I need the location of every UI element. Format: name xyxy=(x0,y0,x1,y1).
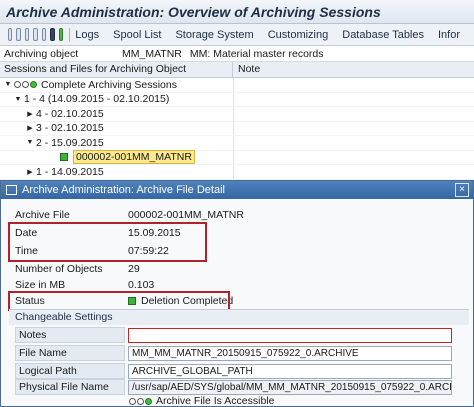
column-divider xyxy=(233,78,234,92)
file-name-input[interactable]: MM_MM_MATNR_20150915_075922_0.ARCHIVE xyxy=(128,345,452,361)
application-toolbar: Logs Spool List Storage System Customizi… xyxy=(0,24,474,46)
logical-path-input[interactable]: ARCHIVE_GLOBAL_PATH xyxy=(128,363,452,379)
file-name-label: File Name xyxy=(15,345,125,361)
status-green-icon xyxy=(60,153,68,162)
dialog-title: Archive Administration: Archive File Det… xyxy=(22,184,225,196)
tree-header-sessions: Sessions and Files for Archiving Object xyxy=(0,62,233,77)
dialog-title-bar: Archive Administration: Archive File Det… xyxy=(1,181,473,199)
logical-path-row: Logical Path ARCHIVE_GLOBAL_PATH xyxy=(15,363,465,379)
tree-row-label: 3 - 02.10.2015 xyxy=(36,122,104,135)
tree-row-label: Complete Archiving Sessions xyxy=(41,78,177,91)
customizing-button[interactable]: Customizing xyxy=(268,29,329,41)
expanded-triangle-icon[interactable]: ▼ xyxy=(26,139,34,146)
column-divider xyxy=(233,121,234,135)
size-value: 0.103 xyxy=(128,279,155,291)
tree-row-label: 1 - 14.09.2015 xyxy=(36,165,104,178)
size-label: Size in MB xyxy=(15,279,66,291)
tree-row-label[interactable]: 000002-001MM_MATNR xyxy=(73,150,195,165)
dialog-window-icon xyxy=(6,185,17,195)
column-divider xyxy=(233,107,234,121)
status-highlight-box xyxy=(8,291,230,311)
save-icon[interactable] xyxy=(50,28,55,41)
execute-icon[interactable] xyxy=(58,28,64,41)
archiving-object-label: Archiving object xyxy=(4,47,79,60)
database-tables-button[interactable]: Database Tables xyxy=(342,29,424,41)
tree-row-complete-sessions[interactable]: ▼ Complete Archiving Sessions xyxy=(0,78,474,93)
accessible-row: Archive File Is Accessible xyxy=(129,395,429,407)
archive-file-detail-dialog: Archive Administration: Archive File Det… xyxy=(0,180,474,407)
tree-row-session-1[interactable]: ▶ 1 - 14.09.2015 xyxy=(0,165,474,180)
tree-header-note: Note xyxy=(238,63,261,75)
search-icon[interactable] xyxy=(16,28,21,41)
archive-file-label: Archive File xyxy=(15,209,70,221)
tree-row-archive-file[interactable]: 000002-001MM_MATNR xyxy=(0,150,474,165)
archiving-object-value: MM_MATNR xyxy=(122,47,182,60)
notes-row: Notes xyxy=(15,327,465,343)
edit-icon[interactable] xyxy=(33,28,38,41)
tree-row-label: 4 - 02.10.2015 xyxy=(36,107,104,120)
number-of-objects-value: 29 xyxy=(128,263,140,275)
document-icon[interactable] xyxy=(24,28,30,41)
notes-input[interactable] xyxy=(128,327,452,343)
physical-file-name-input[interactable]: /usr/sap/AED/SYS/global/MM_MM_MATNR_2015… xyxy=(128,379,452,395)
collapsed-triangle-icon[interactable]: ▶ xyxy=(26,168,34,176)
session-tree: ▼ Complete Archiving Sessions ▼ 1 - 4 (1… xyxy=(0,78,474,180)
date-time-highlight-box xyxy=(8,222,207,262)
expanded-triangle-icon[interactable]: ▼ xyxy=(14,96,22,103)
number-of-objects-row: Number of Objects 29 xyxy=(15,261,465,277)
refresh-icon[interactable] xyxy=(41,28,47,41)
column-divider xyxy=(233,92,234,106)
physical-file-name-label: Physical File Name xyxy=(15,379,125,395)
number-of-objects-label: Number of Objects xyxy=(15,263,103,275)
storage-system-button[interactable]: Storage System xyxy=(175,29,253,41)
traffic-light-icon xyxy=(14,81,38,89)
collapsed-triangle-icon[interactable]: ▶ xyxy=(26,110,34,118)
archive-file-row: Archive File 000002-001MM_MATNR xyxy=(15,207,465,223)
spool-list-button[interactable]: Spool List xyxy=(113,29,161,41)
changeable-settings-title: Changeable Settings xyxy=(9,309,469,325)
tree-row-label: 1 - 4 (14.09.2015 - 02.10.2015) xyxy=(24,93,170,106)
archive-file-value: 000002-001MM_MATNR xyxy=(128,209,244,221)
file-name-row: File Name MM_MM_MATNR_20150915_075922_0.… xyxy=(15,345,465,361)
archiving-object-desc: MM: Material master records xyxy=(189,47,324,60)
tree-header: Sessions and Files for Archiving Object … xyxy=(0,62,474,78)
logs-button[interactable]: Logs xyxy=(75,29,99,41)
traffic-light-icon xyxy=(129,397,153,405)
tree-row-session-2[interactable]: ▼ 2 - 15.09.2015 xyxy=(0,136,474,151)
display-icon[interactable] xyxy=(8,28,13,41)
tree-row-session-group[interactable]: ▼ 1 - 4 (14.09.2015 - 02.10.2015) xyxy=(0,92,474,107)
logical-path-label: Logical Path xyxy=(15,363,125,379)
collapsed-triangle-icon[interactable]: ▶ xyxy=(26,124,34,132)
tree-row-session-3[interactable]: ▶ 3 - 02.10.2015 xyxy=(0,121,474,136)
close-icon[interactable]: × xyxy=(455,183,469,197)
column-divider xyxy=(233,136,234,150)
column-divider xyxy=(233,165,234,179)
physical-file-name-row: Physical File Name /usr/sap/AED/SYS/glob… xyxy=(15,379,465,395)
tree-row-session-4[interactable]: ▶ 4 - 02.10.2015 xyxy=(0,107,474,122)
title-bar: Archive Administration: Overview of Arch… xyxy=(0,0,474,24)
expanded-triangle-icon[interactable]: ▼ xyxy=(4,81,12,88)
information-button[interactable]: Infor xyxy=(438,29,460,41)
accessible-status: Archive File Is Accessible xyxy=(156,395,275,407)
archiving-object-row: Archiving object MM_MATNR MM: Material m… xyxy=(0,46,474,62)
tree-row-label: 2 - 15.09.2015 xyxy=(36,136,104,149)
notes-label: Notes xyxy=(15,327,125,343)
column-divider xyxy=(233,150,234,164)
window-title: Archive Administration: Overview of Arch… xyxy=(6,4,381,20)
